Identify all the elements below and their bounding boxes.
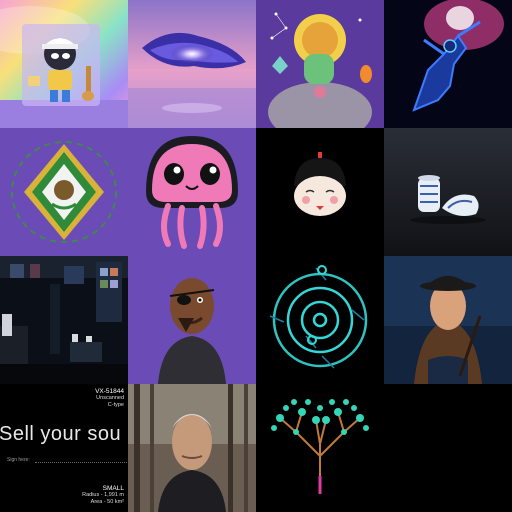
card-type: C-type	[107, 402, 124, 408]
tile-neon-dancer[interactable]	[384, 0, 512, 128]
tile-blue-ring-orbit[interactable]	[256, 256, 384, 384]
blue-ring-orbit-image	[256, 256, 384, 384]
tile-dark-gallery-room[interactable]	[0, 256, 128, 384]
tile-sell-your-soul-card[interactable]: VX-51844 Unscanned C-type Sell your sou …	[0, 384, 128, 512]
diamond-emblem-image	[0, 128, 128, 256]
galaxy-swirl-image	[128, 0, 256, 128]
card-radius: Radius - 1,991 m	[82, 492, 124, 498]
card-headline: Sell your sou	[0, 423, 122, 445]
tile-bowler-hat-woman[interactable]	[384, 256, 512, 384]
doll-face-image	[256, 128, 384, 256]
nft-gallery-grid: VX-51844 Unscanned C-type Sell your sou …	[0, 0, 512, 512]
tile-neon-tree[interactable]	[256, 384, 384, 512]
card-size: SMALL	[102, 485, 124, 492]
tile-pink-jellyfish[interactable]	[128, 128, 256, 256]
card-status: Unscanned	[96, 395, 124, 401]
pink-jellyfish-image	[128, 128, 256, 256]
porcelain-vases-image	[384, 128, 512, 256]
gallery-room-image	[0, 256, 128, 384]
tile-porcelain-vases[interactable]	[384, 128, 512, 256]
card-code: VX-51844	[95, 388, 124, 395]
tile-doll-face-icon[interactable]	[256, 128, 384, 256]
tile-eyepatch-character[interactable]	[128, 256, 256, 384]
neon-tree-image	[256, 384, 384, 512]
toy-figure-image	[0, 0, 128, 128]
sunflower-character-image	[256, 0, 384, 128]
sign-label: Sign here:	[7, 457, 30, 463]
tile-toy-figure-rainbow[interactable]	[0, 0, 128, 128]
man-in-forest-image	[128, 384, 256, 512]
tile-man-in-forest[interactable]	[128, 384, 256, 512]
card-meta-top: VX-51844 Unscanned C-type	[95, 388, 124, 409]
tile-galaxy-swirl-sunset[interactable]	[128, 0, 256, 128]
bowler-hat-woman-image	[384, 256, 512, 384]
tile-sunflower-head-character[interactable]	[256, 0, 384, 128]
card-area: Area - 50 km²	[90, 499, 124, 505]
signature-line[interactable]	[35, 462, 127, 463]
neon-dancer-image	[384, 0, 512, 128]
tile-green-diamond-emblem[interactable]	[0, 128, 128, 256]
eyepatch-character-image	[128, 256, 256, 384]
card-meta-bottom: SMALL Radius - 1,991 m Area - 50 km²	[82, 485, 124, 506]
